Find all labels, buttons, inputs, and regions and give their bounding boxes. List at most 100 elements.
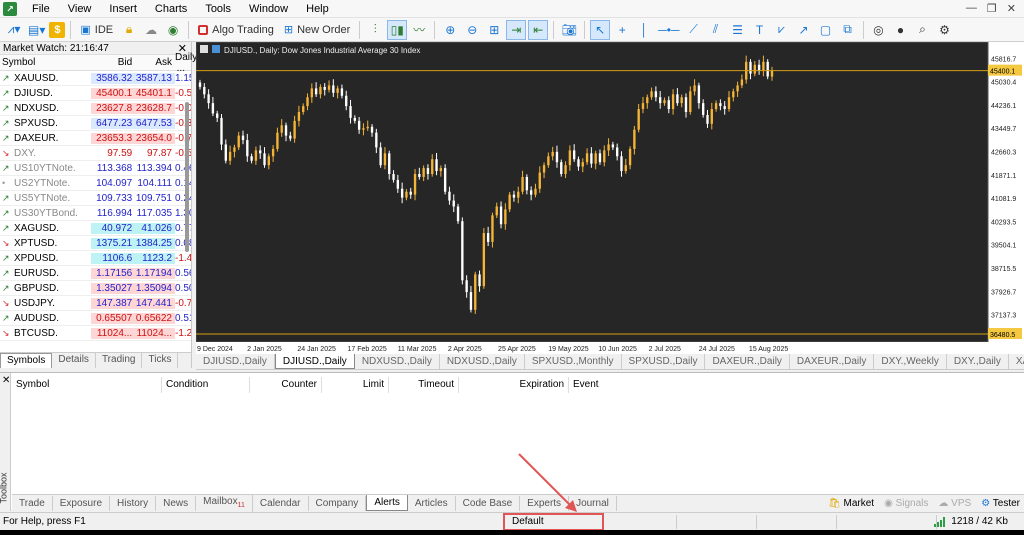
col-limit[interactable]: Limit: [322, 377, 389, 393]
autoscroll-icon[interactable]: ⇤: [528, 19, 549, 40]
list-item[interactable]: ↗ DJIUSD. 45400.145401.1-0.51%: [0, 86, 191, 101]
elliott-icon[interactable]: ⩗: [772, 20, 792, 40]
menu-charts[interactable]: Charts: [146, 0, 196, 18]
chart-shift-icon[interactable]: ⇥: [506, 19, 527, 40]
screenshot-icon[interactable]: 📷︎: [559, 20, 579, 40]
tab-code-base[interactable]: Code Base: [456, 495, 521, 511]
ide-button[interactable]: ▣ IDE: [76, 20, 117, 40]
channel-icon[interactable]: ⫽: [706, 20, 726, 40]
restore-icon[interactable]: ❐: [987, 2, 997, 15]
text-tool-icon[interactable]: T: [750, 20, 770, 40]
col-ask[interactable]: Ask: [135, 57, 175, 68]
scrollbar[interactable]: [185, 102, 189, 252]
chart-tab[interactable]: SPXUSD.,Daily: [622, 354, 706, 369]
templates-icon[interactable]: ▤▾: [26, 20, 47, 40]
col-timeout[interactable]: Timeout: [389, 377, 459, 393]
minimize-icon[interactable]: —: [966, 2, 977, 15]
connection-status[interactable]: 1218 / 42 Kb: [934, 513, 1008, 531]
col-counter[interactable]: Counter: [250, 377, 322, 393]
bar-chart-icon[interactable]: ⫶: [365, 20, 385, 40]
menu-file[interactable]: File: [23, 0, 59, 18]
chart-tab[interactable]: NDXUSD.,Daily: [355, 354, 440, 369]
col-event[interactable]: Event: [569, 377, 629, 393]
chart-tab[interactable]: DJIUSD.,Daily: [274, 354, 355, 369]
chart-tab[interactable]: DAXEUR.,Daily: [705, 354, 790, 369]
chart-tab[interactable]: SPXUSD.,Monthly: [525, 354, 622, 369]
list-item[interactable]: ↗DAXEUR.23653.323654.0-0.75%: [0, 131, 191, 146]
tab-calendar[interactable]: Calendar: [253, 495, 309, 511]
list-item[interactable]: ↗US5YTNote.109.733109.7510.24%: [0, 191, 191, 206]
tab-company[interactable]: Company: [309, 495, 367, 511]
chart-tab[interactable]: XAUUSD.,Dail: [1009, 354, 1024, 369]
candlestick-icon[interactable]: ▯▮: [387, 19, 408, 40]
chart-tab[interactable]: DAXEUR.,Daily: [790, 354, 875, 369]
crosshair-icon[interactable]: +: [612, 20, 632, 40]
chart-tab[interactable]: NDXUSD.,Daily: [440, 354, 525, 369]
chart-type-icon[interactable]: ⩘▾: [4, 20, 24, 40]
list-item[interactable]: ↗US10YTNote.113.368113.3940.46%: [0, 161, 191, 176]
globe-icon[interactable]: ◎: [869, 20, 889, 40]
line-chart-icon[interactable]: 〰: [409, 20, 429, 40]
list-item[interactable]: ↗SPXUSD.6477.236477.53-0.39%: [0, 116, 191, 131]
col-daily[interactable]: Daily ...: [175, 52, 197, 74]
tab-symbols[interactable]: Symbols: [0, 353, 53, 368]
close-icon[interactable]: ✕: [1007, 2, 1016, 15]
vertical-line-icon[interactable]: │: [634, 20, 654, 40]
cloud-icon[interactable]: ☁: [141, 20, 161, 40]
list-item[interactable]: ↗ GBPUSD. 1.350271.350940.50%: [0, 281, 191, 296]
list-item[interactable]: ↘ USDJPY. 147.387147.441-0.72%: [0, 296, 191, 311]
col-symbol[interactable]: Symbol: [0, 57, 91, 68]
tab-trading[interactable]: Trading: [96, 353, 143, 368]
list-item[interactable]: ↗ EURUSD. 1.171561.171940.56%: [0, 266, 191, 281]
list-item[interactable]: ↗ AUDUSD. 0.655070.656220.51%: [0, 311, 191, 326]
tester-link[interactable]: ⚙ Tester: [981, 498, 1020, 509]
menu-window[interactable]: Window: [240, 0, 297, 18]
close-icon[interactable]: ✕: [2, 375, 10, 386]
list-item[interactable]: ↘BTCUSD.11024...11024...-1.21%: [0, 326, 191, 341]
chart-window[interactable]: 45400.1 36480.5 45816.7 45030.4 44236.1 4344…: [196, 42, 1024, 354]
list-item[interactable]: ↗XAGUSD.40.97241.0260.77%: [0, 221, 191, 236]
list-item[interactable]: ↗US30YTBond.116.994117.0351.30%: [0, 206, 191, 221]
zoom-in-icon[interactable]: ⊕: [440, 20, 460, 40]
trendline-icon[interactable]: ⟋: [684, 20, 704, 40]
menu-view[interactable]: View: [59, 0, 101, 18]
tab-history[interactable]: History: [110, 495, 157, 511]
tile-windows-icon[interactable]: ⊞: [484, 20, 504, 40]
tab-articles[interactable]: Articles: [408, 495, 456, 511]
tab-news[interactable]: News: [156, 495, 197, 511]
account-icon[interactable]: ●: [891, 20, 911, 40]
list-item[interactable]: ↗ XPDUSD. 1106.61123.2-1.42%: [0, 251, 191, 266]
cursor-icon[interactable]: ↖: [590, 19, 611, 40]
signal-icon[interactable]: ◉: [163, 20, 183, 40]
new-order-button[interactable]: ⊞ New Order: [280, 20, 354, 40]
chart-tab[interactable]: DXY.,Daily: [947, 354, 1009, 369]
col-bid[interactable]: Bid: [91, 57, 135, 68]
chart-tab[interactable]: DJIUSD.,Daily: [196, 354, 275, 369]
tab-ticks[interactable]: Ticks: [142, 353, 179, 368]
menu-tools[interactable]: Tools: [196, 0, 240, 18]
list-item[interactable]: •US2YTNote.104.097104.1110.14%: [0, 176, 191, 191]
fibonacci-icon[interactable]: ☰: [728, 20, 748, 40]
arrow-tool-icon[interactable]: ↗: [794, 20, 814, 40]
signals-link[interactable]: ◉ Signals: [884, 498, 928, 509]
list-item[interactable]: ↗ XAUUSD. 3586.323587.131.15%: [0, 71, 191, 86]
menu-insert[interactable]: Insert: [100, 0, 146, 18]
search-icon[interactable]: ⌕: [913, 20, 933, 40]
dollar-icon[interactable]: $: [49, 21, 66, 38]
settings-icon[interactable]: ⚙: [935, 20, 955, 40]
objects-icon[interactable]: ⧉: [838, 20, 858, 40]
list-item[interactable]: ↗NDXUSD.23627.823628.7-0.06%: [0, 101, 191, 116]
list-item[interactable]: ↘XPTUSD.1375.211384.250.08%: [0, 236, 191, 251]
horizontal-line-icon[interactable]: ─•─: [656, 20, 681, 40]
status-profile[interactable]: Default: [503, 513, 604, 531]
lock-icon[interactable]: 🔒︎: [119, 20, 139, 40]
col-condition[interactable]: Condition: [162, 377, 250, 393]
tab-alerts[interactable]: Alerts: [366, 495, 408, 511]
chart-tab[interactable]: DXY.,Weekly: [874, 354, 947, 369]
tab-exposure[interactable]: Exposure: [53, 495, 111, 511]
shapes-icon[interactable]: ▢: [816, 20, 836, 40]
col-symbol[interactable]: Symbol: [12, 377, 162, 393]
algo-trading-button[interactable]: Algo Trading: [194, 20, 278, 40]
tab-trade[interactable]: Trade: [12, 495, 53, 511]
tab-mailbox[interactable]: Mailbox11: [196, 493, 253, 513]
